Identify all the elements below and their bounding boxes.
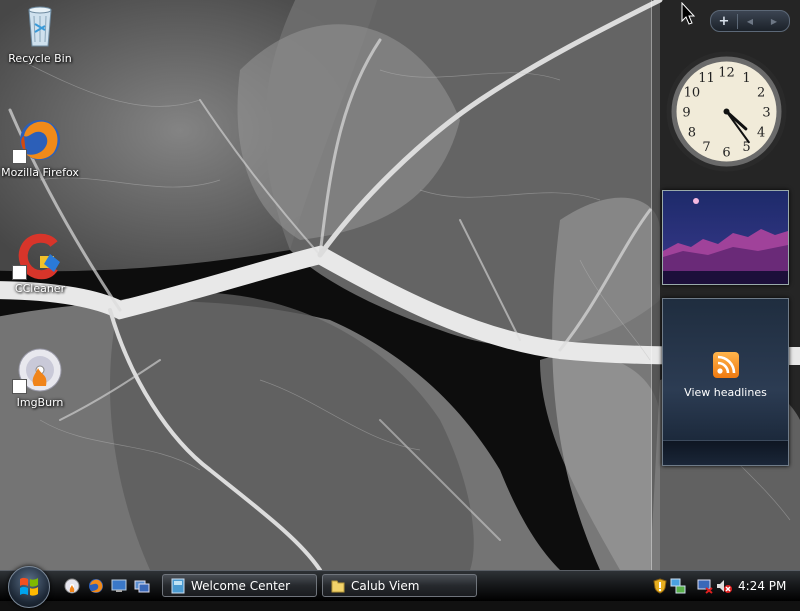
sidebar-divider	[651, 0, 652, 570]
shortcut-arrow-icon	[12, 379, 27, 394]
taskbar: Welcome Center Calub Viem 4:24 PM	[0, 566, 800, 608]
clock-number: 12	[718, 66, 735, 81]
desktop-icon-ccleaner[interactable]: CCleaner	[0, 232, 80, 295]
firefox-icon	[12, 116, 64, 164]
rss-feed-icon	[713, 352, 739, 378]
desktop-icon-recycle-bin[interactable]: Recycle Bin	[0, 2, 80, 65]
taskbar-clock[interactable]: 4:24 PM	[738, 571, 786, 601]
sidebar-next-button[interactable]: ▶	[762, 17, 786, 26]
shortcut-arrow-icon	[12, 265, 27, 280]
feed-footer	[663, 440, 788, 465]
taskbar-button-welcome-center[interactable]: Welcome Center	[162, 574, 317, 597]
add-gadget-button[interactable]: +	[711, 13, 738, 29]
welcome-center-icon	[171, 578, 185, 594]
desktop-icon-firefox[interactable]: Mozilla Firefox	[0, 116, 80, 179]
desktop-icon-label: ImgBurn	[16, 396, 64, 409]
taskbar-button-label: Welcome Center	[191, 579, 291, 593]
view-headlines-link[interactable]: View headlines	[663, 386, 788, 399]
desktop-icon-imgburn[interactable]: ImgBurn	[0, 346, 80, 409]
quick-launch-switch-windows-icon[interactable]	[134, 578, 150, 594]
volume-muted-icon[interactable]	[716, 578, 732, 594]
clock-number: 4	[757, 126, 765, 141]
ccleaner-icon	[12, 232, 64, 280]
desktop-icon-label: Recycle Bin	[8, 52, 72, 65]
taskbar-button-label: Calub Viem	[351, 579, 420, 593]
clock-number: 8	[688, 126, 696, 141]
monitor-icon[interactable]	[697, 578, 713, 594]
clock-number: 11	[698, 71, 715, 86]
clock-number: 9	[682, 106, 690, 121]
slideshow-gadget[interactable]	[662, 190, 789, 285]
desktop[interactable]: Recycle Bin Mozilla Firefox CCleaner Img…	[0, 0, 800, 570]
windows-logo-icon	[20, 577, 38, 596]
feed-headlines-gadget[interactable]: View headlines	[662, 298, 789, 466]
network-icon[interactable]	[670, 578, 686, 594]
start-button[interactable]	[8, 566, 50, 608]
clock-number: 10	[684, 86, 701, 101]
clock-gadget[interactable]: 12 1 2 3 4 5 6 7 8 9 10 11	[665, 50, 788, 173]
folder-icon	[331, 578, 345, 594]
quick-launch-imgburn-icon[interactable]	[64, 578, 80, 594]
sidebar-previous-button[interactable]: ◀	[738, 17, 762, 26]
recycle-bin-icon	[16, 2, 64, 50]
sidebar-controls: + ◀ ▶	[710, 10, 790, 32]
clock-number: 6	[722, 146, 730, 161]
imgburn-icon	[12, 346, 64, 394]
quick-launch-show-desktop-icon[interactable]	[111, 578, 127, 594]
mouse-cursor-icon	[681, 2, 696, 25]
security-shield-icon[interactable]	[652, 578, 668, 594]
desktop-icon-label: CCleaner	[14, 282, 66, 295]
quick-launch-firefox-icon[interactable]	[88, 578, 104, 594]
shortcut-arrow-icon	[12, 149, 27, 164]
clock-number: 2	[757, 86, 765, 101]
clock-number: 3	[762, 106, 770, 121]
desktop-icon-label: Mozilla Firefox	[1, 166, 79, 179]
taskbar-button-folder[interactable]: Calub Viem	[322, 574, 477, 597]
clock-number: 1	[742, 71, 750, 86]
clock-number: 7	[702, 140, 710, 155]
